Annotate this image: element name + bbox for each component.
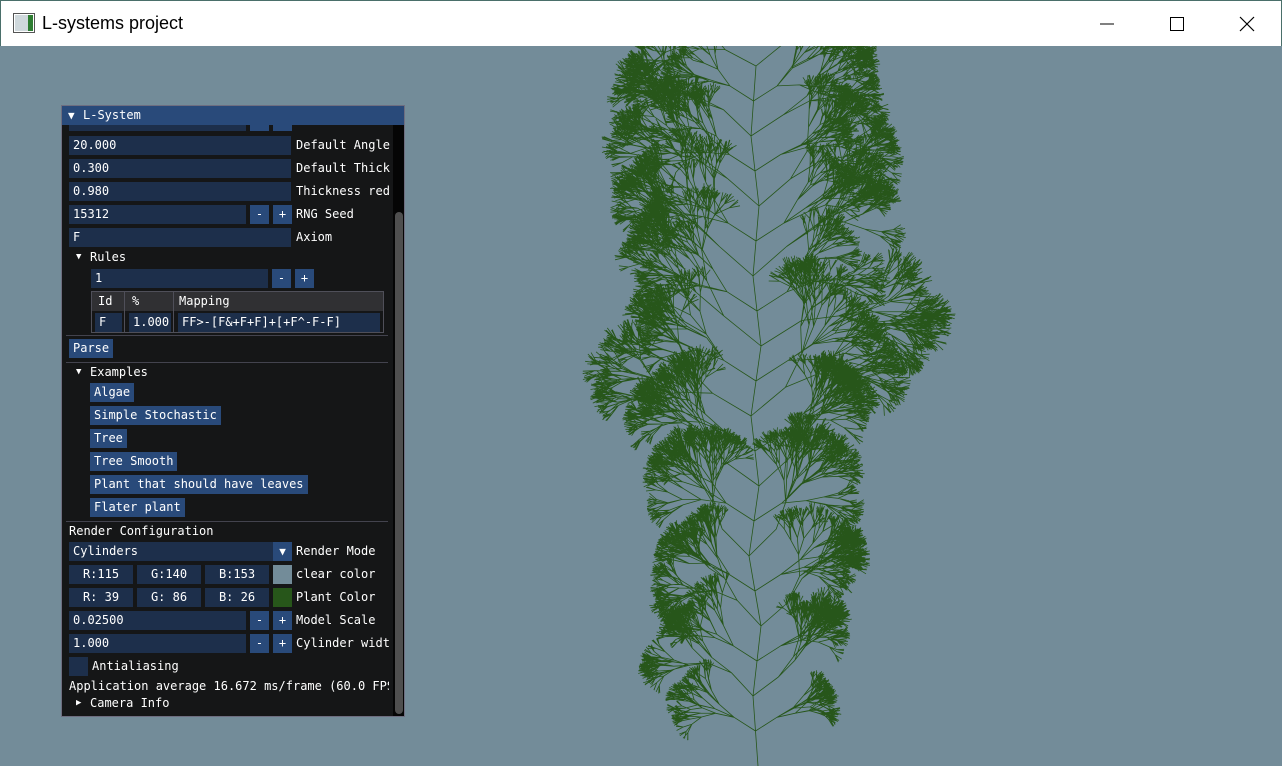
plant-color-r[interactable]: R: 39 bbox=[69, 588, 133, 607]
rules-count-field[interactable]: 1 bbox=[91, 269, 268, 288]
example-simple-stochastic-button[interactable]: Simple Stochastic bbox=[90, 406, 221, 425]
rules-table-header: Id % Mapping bbox=[92, 292, 383, 311]
plant-branches bbox=[582, 46, 956, 766]
default-thickness-label: Default Thick bbox=[296, 161, 390, 175]
col-mapping: Mapping bbox=[179, 294, 230, 308]
lsystem-panel[interactable]: ▼ L-System 5 - + Max Recursion ▼ L-Syste… bbox=[61, 105, 405, 717]
example-plant-leaves-button[interactable]: Plant that should have leaves bbox=[90, 475, 308, 494]
examples-expanded-icon[interactable]: ▼ bbox=[76, 363, 81, 382]
thickness-reduction-label: Thickness red bbox=[296, 184, 390, 198]
title-bar: L-systems project bbox=[0, 0, 1282, 46]
close-icon bbox=[1239, 16, 1255, 31]
render-mode-label: Render Mode bbox=[296, 544, 376, 558]
col-divider bbox=[124, 292, 125, 332]
collapse-triangle-icon: ▼ bbox=[68, 109, 75, 122]
clear-color-g[interactable]: G:140 bbox=[137, 565, 201, 584]
model-scale-minus[interactable]: - bbox=[250, 611, 269, 630]
plant-color-label: Plant Color bbox=[296, 590, 376, 604]
camera-info-collapsed-icon[interactable]: ▶ bbox=[76, 694, 81, 713]
panel-title-text: L-System bbox=[83, 108, 141, 122]
cylinder-width-field[interactable]: 1.000 bbox=[69, 634, 246, 653]
separator bbox=[66, 335, 388, 336]
axiom-label: Axiom bbox=[296, 230, 333, 244]
app-icon bbox=[13, 13, 35, 33]
model-scale-label: Model Scale bbox=[296, 613, 376, 627]
axiom-field[interactable]: F bbox=[69, 228, 291, 247]
render-config-header: Render Configuration bbox=[69, 524, 214, 538]
panel-title-overlay: ▼ L-System bbox=[62, 106, 404, 125]
plant-color-g[interactable]: G: 86 bbox=[137, 588, 201, 607]
render-mode-combo[interactable]: Cylinders bbox=[69, 542, 273, 561]
clear-color-b[interactable]: B:153 bbox=[205, 565, 269, 584]
rule-id-field[interactable]: F bbox=[95, 313, 122, 332]
minimize-button[interactable] bbox=[1072, 1, 1142, 46]
col-percent: % bbox=[132, 294, 140, 308]
rules-expanded-icon[interactable]: ▼ bbox=[76, 248, 81, 267]
minimize-icon bbox=[1100, 23, 1114, 24]
rules-plus[interactable]: + bbox=[295, 269, 314, 288]
rules-minus[interactable]: - bbox=[272, 269, 291, 288]
antialiasing-checkbox[interactable] bbox=[69, 657, 88, 676]
window-title: L-systems project bbox=[42, 13, 184, 33]
clear-color-r[interactable]: R:115 bbox=[69, 565, 133, 584]
cylinder-width-label: Cylinder widt bbox=[296, 636, 390, 650]
rng-seed-label: RNG Seed bbox=[296, 207, 354, 221]
maximize-button[interactable] bbox=[1142, 1, 1212, 46]
model-scale-field[interactable]: 0.02500 bbox=[69, 611, 246, 630]
example-tree-smooth-button[interactable]: Tree Smooth bbox=[90, 452, 178, 471]
rules-header[interactable]: Rules bbox=[90, 248, 126, 267]
plant-color-b[interactable]: B: 26 bbox=[205, 588, 269, 607]
default-angle-field[interactable]: 20.000 bbox=[69, 136, 291, 155]
camera-info-header[interactable]: Camera Info bbox=[90, 694, 169, 713]
plant-color-swatch[interactable] bbox=[273, 588, 292, 607]
parse-button[interactable]: Parse bbox=[69, 339, 114, 358]
col-divider bbox=[173, 292, 174, 332]
col-id: Id bbox=[98, 294, 113, 308]
close-button[interactable] bbox=[1212, 1, 1282, 46]
maximize-icon bbox=[1170, 16, 1184, 31]
default-thickness-field[interactable]: 0.300 bbox=[69, 159, 291, 178]
rng-seed-plus[interactable]: + bbox=[273, 205, 292, 224]
example-tree-button[interactable]: Tree bbox=[90, 429, 127, 448]
model-scale-plus[interactable]: + bbox=[273, 611, 292, 630]
example-flater-plant-button[interactable]: Flater plant bbox=[90, 498, 185, 517]
clear-color-label: clear color bbox=[296, 567, 376, 581]
panel-scrollbar-grab[interactable] bbox=[395, 212, 403, 714]
default-angle-label: Default Angle bbox=[296, 138, 390, 152]
clear-color-swatch[interactable] bbox=[273, 565, 292, 584]
antialiasing-label: Antialiasing bbox=[92, 659, 179, 673]
rules-table: Id % Mapping F 1.000 FF>-[F&+F+F]+[+F^-F… bbox=[91, 291, 384, 333]
rng-seed-field[interactable]: 15312 bbox=[69, 205, 246, 224]
rule-mapping-field[interactable]: FF>-[F&+F+F]+[+F^-F-F] bbox=[178, 313, 380, 332]
rule-probability-field[interactable]: 1.000 bbox=[129, 313, 171, 332]
examples-header[interactable]: Examples bbox=[90, 363, 148, 382]
cylinder-width-minus[interactable]: - bbox=[250, 634, 269, 653]
cylinder-width-plus[interactable]: + bbox=[273, 634, 292, 653]
thickness-reduction-field[interactable]: 0.980 bbox=[69, 182, 291, 201]
example-algae-button[interactable]: Algae bbox=[90, 383, 135, 402]
rng-seed-minus[interactable]: - bbox=[250, 205, 269, 224]
combo-arrow-icon[interactable]: ▼ bbox=[273, 542, 292, 561]
